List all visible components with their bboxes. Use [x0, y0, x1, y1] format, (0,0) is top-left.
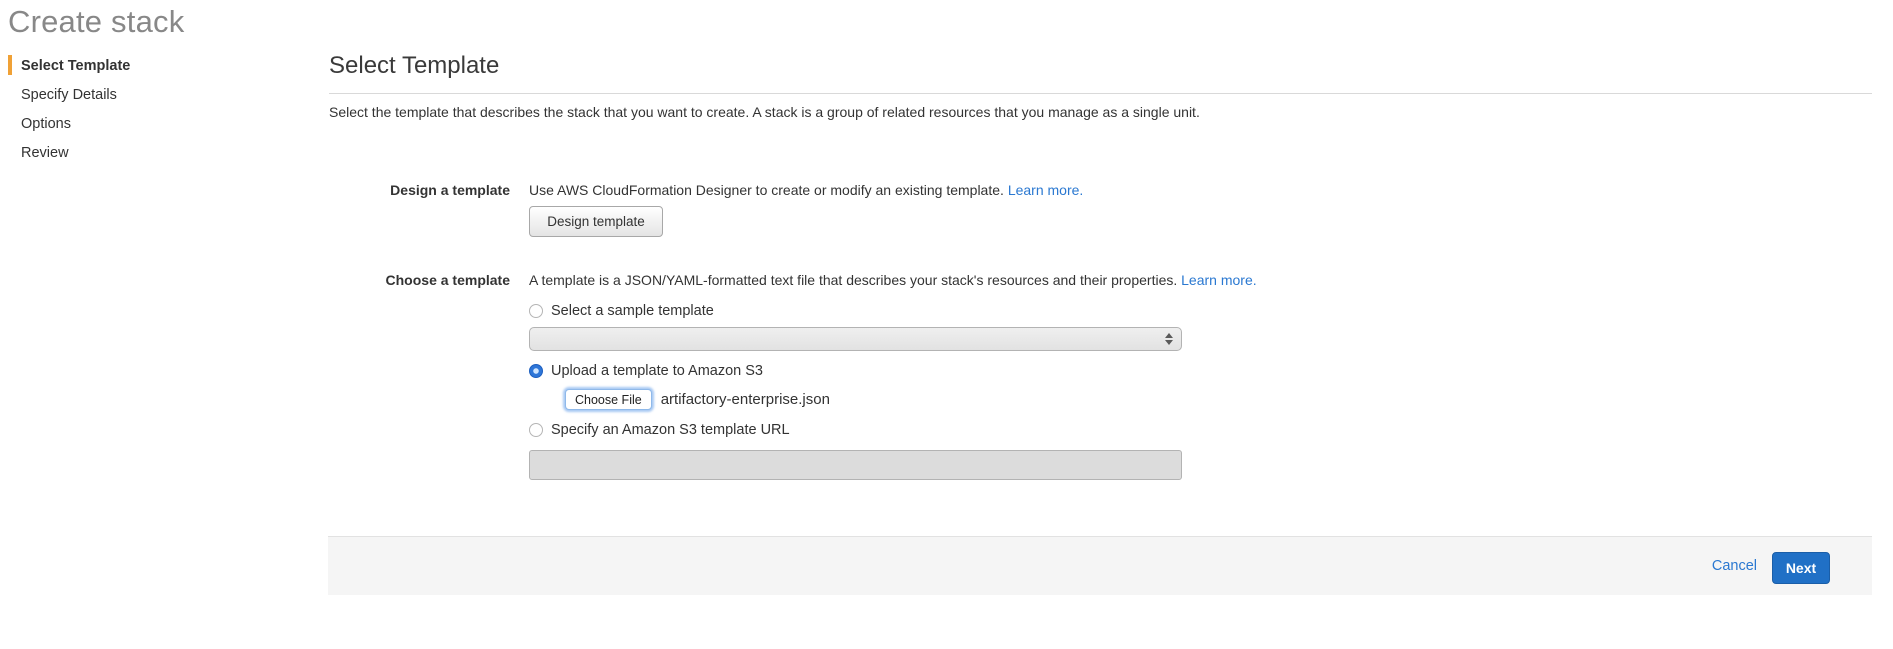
design-template-label: Design a template: [328, 182, 510, 198]
cancel-button[interactable]: Cancel: [1712, 558, 1757, 574]
next-button[interactable]: Next: [1772, 552, 1830, 584]
wizard-steps: Select Template Specify Details Options …: [8, 55, 248, 171]
select-stepper-icon: [1165, 333, 1173, 345]
radio-specify-s3-url[interactable]: Specify an Amazon S3 template URL: [529, 422, 790, 438]
design-template-description: Use AWS CloudFormation Designer to creat…: [529, 182, 1083, 198]
create-stack-page: Create stack Select Template Specify Det…: [0, 0, 1893, 649]
section-heading: Select Template: [329, 52, 499, 80]
design-template-button[interactable]: Design template: [529, 206, 663, 237]
design-description-text: Use AWS CloudFormation Designer to creat…: [529, 182, 1004, 198]
choose-file-button[interactable]: Choose File: [565, 389, 652, 410]
choose-learn-more-link[interactable]: Learn more.: [1181, 272, 1256, 288]
step-label: Options: [21, 116, 71, 132]
step-label: Review: [21, 145, 69, 161]
design-learn-more-link[interactable]: Learn more.: [1008, 182, 1083, 198]
uploaded-file-name: artifactory-enterprise.json: [661, 391, 830, 408]
sample-template-select[interactable]: [529, 327, 1182, 351]
step-label: Specify Details: [21, 87, 117, 103]
step-select-template[interactable]: Select Template: [8, 55, 248, 84]
radio-button-icon[interactable]: [529, 364, 543, 378]
radio-label: Specify an Amazon S3 template URL: [551, 422, 790, 438]
chevron-up-icon: [1165, 333, 1173, 338]
heading-divider: [329, 93, 1872, 94]
s3-template-url-input[interactable]: [529, 450, 1182, 480]
step-options[interactable]: Options: [8, 113, 248, 142]
radio-label: Upload a template to Amazon S3: [551, 363, 763, 379]
choose-description-text: A template is a JSON/YAML-formatted text…: [529, 272, 1177, 288]
radio-button-icon[interactable]: [529, 423, 543, 437]
wizard-footer: Cancel Next: [328, 536, 1872, 595]
radio-button-icon[interactable]: [529, 304, 543, 318]
radio-upload-template-s3[interactable]: Upload a template to Amazon S3: [529, 363, 763, 379]
radio-label: Select a sample template: [551, 303, 714, 319]
step-review[interactable]: Review: [8, 142, 248, 171]
choose-template-description: A template is a JSON/YAML-formatted text…: [529, 272, 1257, 288]
choose-template-label: Choose a template: [328, 272, 510, 288]
chevron-down-icon: [1165, 340, 1173, 345]
step-specify-details[interactable]: Specify Details: [8, 84, 248, 113]
radio-select-sample-template[interactable]: Select a sample template: [529, 303, 714, 319]
file-upload-row: Choose File artifactory-enterprise.json: [565, 389, 830, 410]
page-title: Create stack: [8, 4, 184, 40]
step-label: Select Template: [21, 58, 130, 74]
section-description: Select the template that describes the s…: [329, 104, 1529, 120]
